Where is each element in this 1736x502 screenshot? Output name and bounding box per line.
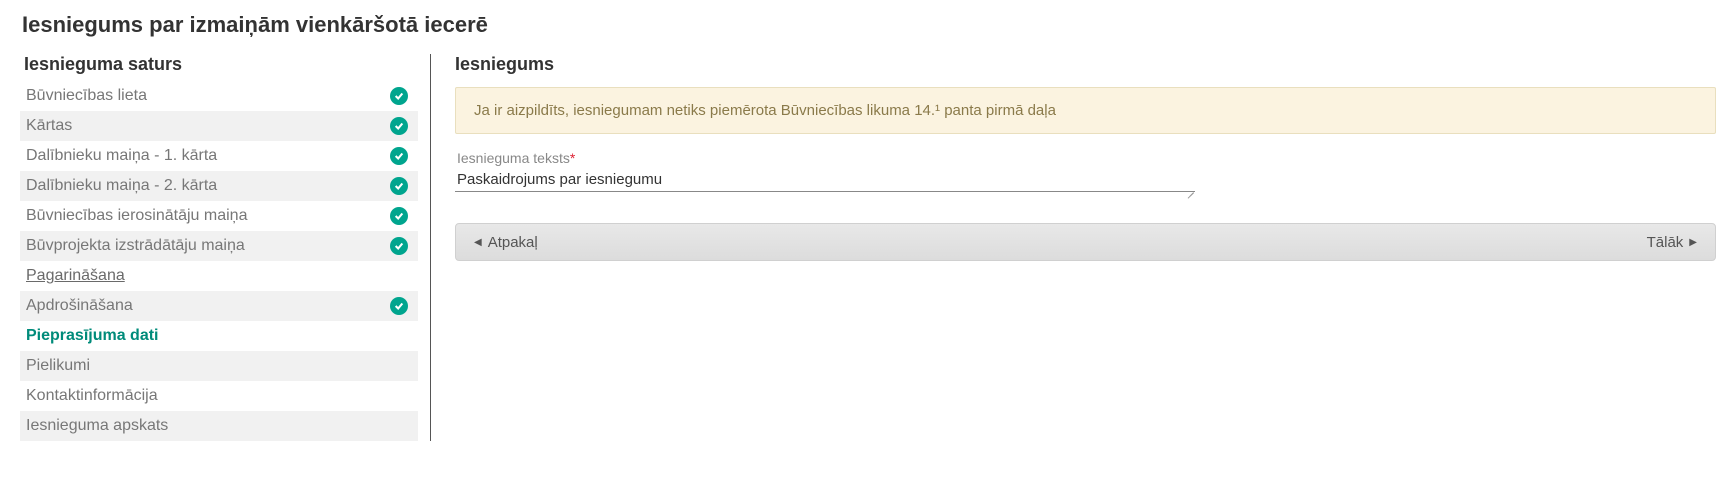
check-icon [390,117,408,135]
sidebar-item[interactable]: Būvniecības lieta [20,81,418,111]
sidebar-item-label: Pielikumi [26,357,90,375]
field-label-text: Iesnieguma teksts [457,150,570,166]
text-input-wrap [455,168,1195,197]
vertical-divider [430,54,431,441]
sidebar-item[interactable]: Pielikumi [20,351,418,381]
sidebar-heading: Iesnieguma saturs [24,54,418,75]
check-icon [390,297,408,315]
sidebar-item-label: Būvniecības ierosinātāju maiņa [26,207,247,225]
back-button-label: Atpakaļ [488,234,538,251]
page-title: Iesniegums par izmaiņām vienkāršotā iece… [22,12,1716,38]
field-label: Iesnieguma teksts* [457,150,1716,166]
sidebar-item[interactable]: Apdrošināšana [20,291,418,321]
sidebar-item-label: Dalībnieku maiņa - 2. kārta [26,177,217,195]
sidebar-item-label: Dalībnieku maiņa - 1. kārta [26,147,217,165]
sidebar-item-label: Būvprojekta izstrādātāju maiņa [26,237,245,255]
main-panel: Iesniegums Ja ir aizpildīts, iesniegumam… [455,54,1716,441]
sidebar-item[interactable]: Iesnieguma apskats [20,411,418,441]
check-icon [390,87,408,105]
sidebar-item[interactable]: Pagarināšana [20,261,418,291]
back-button[interactable]: ◀ Atpakaļ [474,234,538,251]
sidebar-item-label: Būvniecības lieta [26,87,147,105]
required-mark: * [570,150,575,166]
check-icon [390,207,408,225]
check-icon [390,237,408,255]
sidebar-nav-list: Būvniecības lieta Kārtas Dalībnieku maiņa … [20,81,418,441]
nav-bar: ◀ Atpakaļ Tālāk ▶ [455,223,1716,261]
sidebar-item[interactable]: Pieprasījuma dati [20,321,418,351]
check-icon [390,177,408,195]
sidebar-item[interactable]: Dalībnieku maiņa - 2. kārta [20,171,418,201]
sidebar-item-label: Pieprasījuma dati [26,327,159,345]
sidebar-item-label: Pagarināšana [26,267,125,285]
sidebar-item-label: Kārtas [26,117,72,135]
main-heading: Iesniegums [455,54,1716,75]
sidebar-item-label: Kontaktinformācija [26,387,158,405]
sidebar-item[interactable]: Dalībnieku maiņa - 1. kārta [20,141,418,171]
application-text-input[interactable] [455,168,1195,192]
triangle-left-icon: ◀ [474,237,482,248]
info-banner: Ja ir aizpildīts, iesniegumam netiks pie… [455,87,1716,134]
sidebar: Iesnieguma saturs Būvniecības lieta Kārta… [20,54,418,441]
sidebar-item[interactable]: Kārtas [20,111,418,141]
next-button[interactable]: Tālāk ▶ [1647,234,1697,251]
triangle-right-icon: ▶ [1689,237,1697,248]
next-button-label: Tālāk [1647,234,1684,251]
sidebar-item[interactable]: Būvniecības ierosinātāju maiņa [20,201,418,231]
sidebar-item-label: Iesnieguma apskats [26,417,168,435]
check-icon [390,147,408,165]
sidebar-item[interactable]: Kontaktinformācija [20,381,418,411]
sidebar-item[interactable]: Būvprojekta izstrādātāju maiņa [20,231,418,261]
sidebar-item-label: Apdrošināšana [26,297,133,315]
